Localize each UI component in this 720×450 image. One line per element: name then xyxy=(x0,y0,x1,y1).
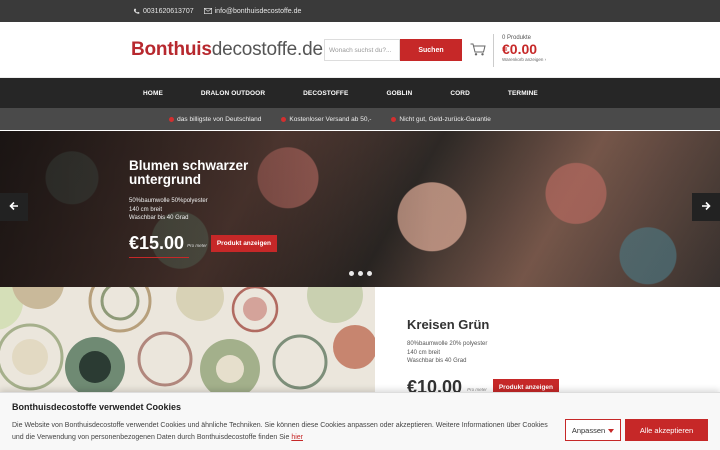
slider-dots xyxy=(349,271,372,276)
search-button[interactable]: Suchen xyxy=(400,39,462,61)
benefit-item: das billigste von Deutschland xyxy=(169,116,261,123)
cookie-adjust-button[interactable]: Anpassen xyxy=(565,419,621,441)
top-contact-bar: 0031620613707 info@bonthuisdecostoffe.de xyxy=(0,0,720,22)
benefit-text: das billigste von Deutschland xyxy=(177,115,262,123)
site-logo[interactable]: Bonthuisdecostoffe.de xyxy=(131,40,323,59)
cookie-info-link[interactable]: hier xyxy=(291,434,303,441)
slide-product-button[interactable]: Produkt anzeigen xyxy=(210,234,278,252)
main-nav: HOME DRALON OUTDOOR DECOSTOFFE GOBLIN CO… xyxy=(0,78,720,108)
search-input[interactable]: Wonach suchst du?... xyxy=(324,39,400,61)
benefit-text: Nicht gut, Geld-zurück-Garantie xyxy=(399,115,491,123)
slide-desc-line: 140 cm breit xyxy=(129,206,163,213)
slider-dot[interactable] xyxy=(358,271,363,276)
cart-divider xyxy=(493,34,494,67)
bullet-icon xyxy=(391,116,397,122)
cookie-banner: Bonthuisdecostoffe verwendet Cookies Die… xyxy=(0,392,720,450)
benefit-item: Nicht gut, Geld-zurück-Garantie xyxy=(391,115,491,123)
nav-item-decostoffe[interactable]: DECOSTOFFE xyxy=(303,90,348,97)
slide-title: Blumen schwarzer untergrund xyxy=(129,158,249,187)
slide-per-meter: Pro meter xyxy=(187,242,207,248)
benefits-bar: das billigste von Deutschland Kostenlose… xyxy=(0,108,720,130)
product-desc-line: 140 cm breit xyxy=(407,349,441,356)
product-title: Kreisen Grün xyxy=(407,317,490,332)
caret-down-icon xyxy=(608,426,615,435)
email-contact[interactable]: info@bonthuisdecostoffe.de xyxy=(203,7,302,15)
phone-number: 0031620613707 xyxy=(143,7,194,15)
hero-slider: Blumen schwarzer untergrund 50%baumwolle… xyxy=(0,131,720,287)
cart-show-link[interactable]: Warenkorb anzeigen › xyxy=(502,57,546,62)
benefit-text: Kostenloser Versand ab 50,- xyxy=(289,115,372,123)
product-description: 80%baumwolle 20% polyester 140 cm breit … xyxy=(407,340,487,366)
slide-content: Blumen schwarzer untergrund 50%baumwolle… xyxy=(129,158,278,258)
slider-dot[interactable] xyxy=(367,271,372,276)
nav-item-goblin[interactable]: GOBLIN xyxy=(386,90,412,97)
slide-description: 50%baumwolle 50%polyester 140 cm breit W… xyxy=(129,197,277,223)
cart-total: €0.00 xyxy=(502,41,538,57)
phone-contact[interactable]: 0031620613707 xyxy=(133,8,194,15)
nav-item-cord[interactable]: CORD xyxy=(450,90,470,97)
nav-item-home[interactable]: HOME xyxy=(143,90,163,97)
cart-icon[interactable] xyxy=(470,43,486,61)
logo-brand: Bonthuis xyxy=(131,39,212,60)
slider-next-button[interactable] xyxy=(692,193,720,221)
price-underline xyxy=(129,256,189,258)
email-address: info@bonthuisdecostoffe.de xyxy=(214,7,302,15)
arrow-right-icon xyxy=(701,198,711,216)
cookie-body: Die Website von Bonthuisdecostoffe verwe… xyxy=(12,422,548,441)
logo-domain: decostoffe.de xyxy=(211,39,323,60)
cookie-adjust-label: Anpassen xyxy=(571,425,606,435)
cookie-title: Bonthuisdecostoffe verwendet Cookies xyxy=(12,402,182,412)
nav-item-termine[interactable]: TERMINE xyxy=(508,90,538,97)
slide-desc-line: Waschbar bis 40 Grad xyxy=(129,215,189,221)
search-form: Wonach suchst du?... Suchen xyxy=(324,39,462,61)
slider-dot[interactable] xyxy=(349,271,354,276)
slide-price-row: €15.00 Pro meter Produkt anzeigen xyxy=(129,232,278,254)
cart-summary[interactable]: 0 Produkte €0.00 Warenkorb anzeigen › xyxy=(502,35,546,62)
bullet-icon xyxy=(281,116,287,122)
product-desc-line: 80%baumwolle 20% polyester xyxy=(407,341,488,347)
benefit-item: Kostenloser Versand ab 50,- xyxy=(281,116,371,123)
slide-desc-line: 50%baumwolle 50%polyester xyxy=(129,198,208,204)
nav-item-dralon-outdoor[interactable]: DRALON OUTDOOR xyxy=(201,90,265,97)
arrow-left-icon xyxy=(9,198,19,216)
product-desc-line: Waschbar bis 40 Grad xyxy=(407,358,467,364)
slider-prev-button[interactable] xyxy=(0,193,28,221)
cookie-text: Die Website von Bonthuisdecostoffe verwe… xyxy=(12,420,557,443)
site-header: Bonthuisdecostoffe.de Wonach suchst du?.… xyxy=(0,22,720,78)
mail-icon xyxy=(203,8,212,14)
cookie-accept-button[interactable]: Alle akzeptieren xyxy=(625,419,708,441)
bullet-icon xyxy=(169,116,175,122)
slide-price: €15.00 xyxy=(129,232,185,253)
phone-icon xyxy=(133,8,140,15)
